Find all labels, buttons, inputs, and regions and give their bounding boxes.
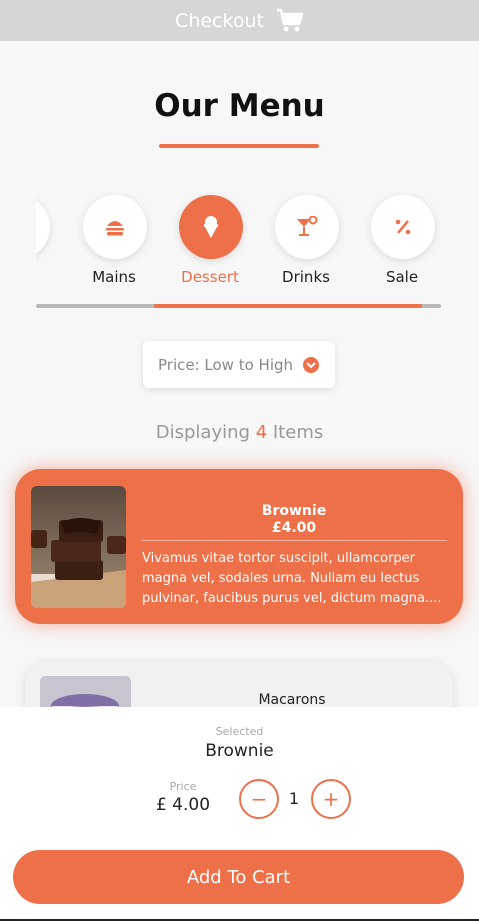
page-title: Our Menu [154,88,325,124]
category-mains[interactable] [83,195,147,259]
category-scroll-thumb[interactable] [154,304,422,308]
item-count-suffix: Items [272,422,324,443]
category-drinks[interactable] [275,195,339,259]
item-count-prefix: Displaying [155,422,250,443]
category-sale[interactable] [371,195,435,259]
category-label-dessert: Dessert [181,268,239,286]
decrement-button[interactable]: − [239,779,279,819]
plus-icon: + [322,787,340,811]
category-strip[interactable]: ers Mains Dessert Drinks [36,190,441,290]
checkout-bar[interactable]: Checkout [0,0,479,41]
add-to-cart-button[interactable]: Add To Cart [13,850,464,904]
price-caption: Price [169,780,197,793]
price-value: £ 4.00 [155,795,211,815]
category-dessert[interactable] [179,195,243,259]
menu-item-price: £4.00 [271,520,317,536]
menu-item-name: Brownie [261,503,327,519]
increment-button[interactable]: + [311,779,351,819]
cart-icon [276,8,304,31]
item-count: Displaying 4 Items [0,422,479,443]
category-label-mains: Mains [92,268,136,286]
minus-icon: − [250,787,268,811]
sort-select[interactable]: Price: Low to High [143,341,335,388]
add-to-cart-label: Add To Cart [186,866,291,888]
brownie-image [31,486,126,608]
item-count-number: 4 [255,422,268,443]
cocktail-icon [297,216,318,236]
sort-selected-value: Price: Low to High [158,355,294,374]
category-starters[interactable] [36,195,50,259]
checkout-label: Checkout [175,9,264,32]
selected-caption: Selected [215,725,264,738]
burger-icon [106,221,124,236]
selected-item-name: Brownie [205,741,274,761]
title-underline [159,144,319,148]
quantity-value: 1 [288,789,300,808]
category-label-drinks: Drinks [282,268,330,286]
category-label-sale: Sale [385,268,419,286]
menu-item-description: Vivamus vitae tortor suscipit, ullamcorp… [142,551,442,606]
percent-icon [395,219,411,235]
ice-cream-icon [204,216,218,238]
menu-item-name: Macarons [258,692,326,708]
chevron-down-icon [303,357,319,373]
selection-panel: Selected Brownie Price £ 4.00 − 1 + Add … [0,707,479,921]
card-divider [141,540,447,541]
menu-item-card-brownie[interactable]: Brownie £4.00 Vivamus vitae tortor susci… [15,469,463,624]
